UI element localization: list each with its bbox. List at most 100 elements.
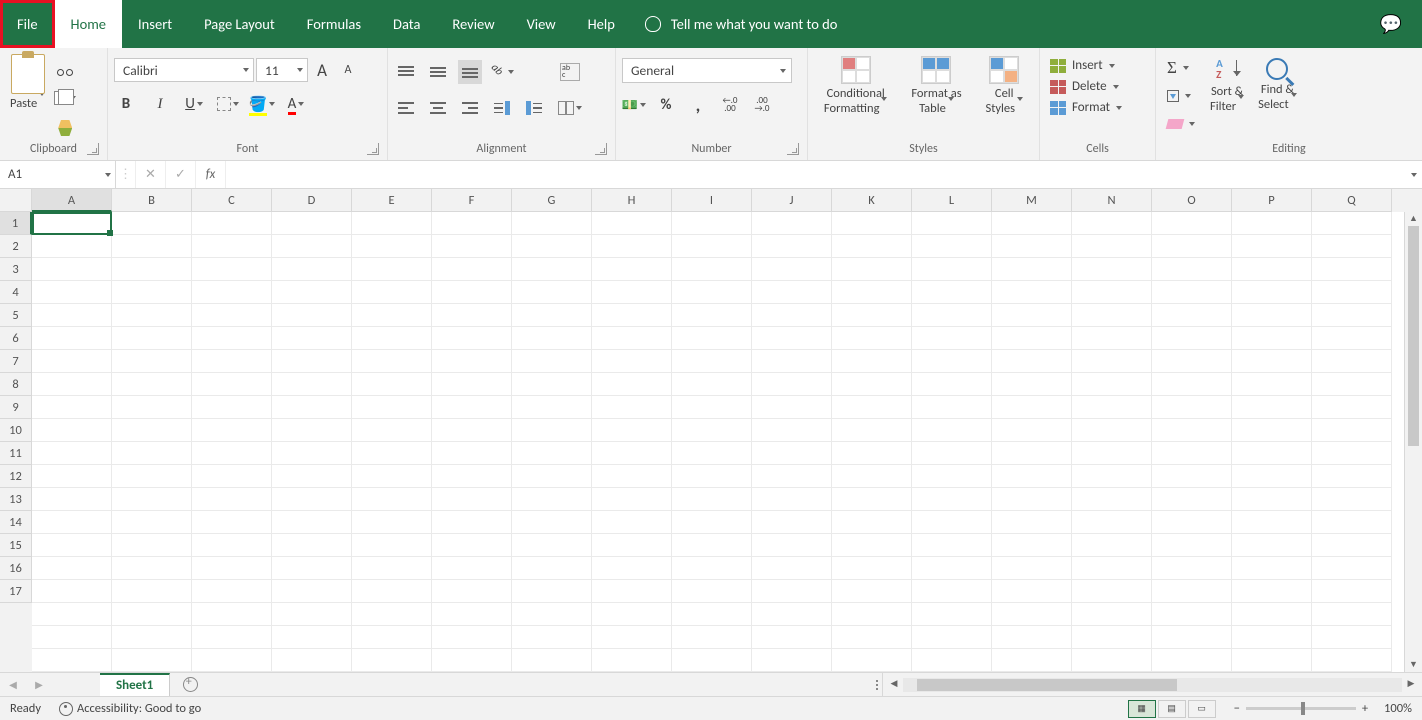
cell[interactable] (192, 350, 272, 373)
cell[interactable] (32, 534, 112, 557)
cell[interactable] (352, 396, 432, 419)
cell[interactable] (352, 281, 432, 304)
merge-center-button[interactable] (558, 96, 582, 120)
name-box[interactable]: A1 (0, 161, 116, 188)
cell[interactable] (1312, 258, 1392, 281)
cell[interactable] (192, 442, 272, 465)
cell[interactable] (1312, 626, 1392, 649)
bold-button[interactable]: B (114, 92, 138, 116)
cell[interactable] (672, 419, 752, 442)
cell[interactable] (912, 649, 992, 672)
cell[interactable] (432, 304, 512, 327)
horizontal-scroll-thumb[interactable] (917, 679, 1177, 691)
column-header[interactable]: H (592, 189, 672, 212)
cell[interactable] (112, 488, 192, 511)
cell[interactable] (192, 327, 272, 350)
cell[interactable] (112, 258, 192, 281)
cell[interactable] (1152, 350, 1232, 373)
cell[interactable] (112, 511, 192, 534)
find-select-button[interactable]: Find & Select (1254, 56, 1301, 114)
cell[interactable] (1072, 465, 1152, 488)
cell[interactable] (1232, 396, 1312, 419)
row-header[interactable]: 2 (0, 235, 32, 258)
cell[interactable] (432, 419, 512, 442)
cell[interactable] (32, 511, 112, 534)
scroll-up-button[interactable]: ▲ (1405, 212, 1422, 226)
cell[interactable] (192, 603, 272, 626)
cell[interactable] (112, 419, 192, 442)
cell[interactable] (832, 281, 912, 304)
cell[interactable] (592, 396, 672, 419)
row-header[interactable]: 17 (0, 580, 32, 603)
cell[interactable] (752, 442, 832, 465)
cell[interactable] (1312, 373, 1392, 396)
increase-decimal-button[interactable]: ←.0.00 (718, 93, 742, 117)
row-header[interactable]: 14 (0, 511, 32, 534)
cell[interactable] (992, 603, 1072, 626)
cell[interactable] (592, 511, 672, 534)
cell[interactable] (432, 235, 512, 258)
cell[interactable] (352, 488, 432, 511)
cell[interactable] (272, 465, 352, 488)
cell[interactable] (1232, 442, 1312, 465)
cell[interactable] (832, 557, 912, 580)
cell[interactable] (432, 212, 512, 235)
format-as-table-button[interactable]: Format as Table (907, 54, 965, 118)
cell[interactable] (432, 258, 512, 281)
cell[interactable] (352, 419, 432, 442)
cell[interactable] (432, 442, 512, 465)
cell[interactable] (272, 419, 352, 442)
column-header[interactable]: F (432, 189, 512, 212)
cell[interactable] (432, 327, 512, 350)
cell[interactable] (192, 212, 272, 235)
cell[interactable] (272, 235, 352, 258)
cell[interactable] (1312, 304, 1392, 327)
cell[interactable] (112, 373, 192, 396)
page-break-view-button[interactable]: ▭ (1188, 700, 1216, 718)
cell[interactable] (752, 281, 832, 304)
cell[interactable] (272, 350, 352, 373)
cut-button[interactable] (53, 56, 77, 80)
cell[interactable] (1232, 258, 1312, 281)
row-header[interactable]: 9 (0, 396, 32, 419)
cell[interactable] (992, 281, 1072, 304)
cell[interactable] (512, 373, 592, 396)
paste-button[interactable]: Paste (6, 52, 49, 113)
cell[interactable] (1072, 488, 1152, 511)
cell[interactable] (832, 419, 912, 442)
cell[interactable] (592, 488, 672, 511)
cell[interactable] (192, 626, 272, 649)
wrap-text-button[interactable]: abc (558, 60, 582, 84)
column-header[interactable]: N (1072, 189, 1152, 212)
cell[interactable] (1312, 442, 1392, 465)
cell[interactable] (352, 258, 432, 281)
cell[interactable] (192, 534, 272, 557)
cell[interactable] (1072, 212, 1152, 235)
cell[interactable] (1072, 511, 1152, 534)
cell[interactable] (112, 442, 192, 465)
cell[interactable] (992, 465, 1072, 488)
cell[interactable] (912, 580, 992, 603)
cell[interactable] (752, 373, 832, 396)
cell[interactable] (352, 649, 432, 672)
cell[interactable] (592, 442, 672, 465)
fill-color-button[interactable]: 🪣 (250, 92, 274, 116)
cell[interactable] (512, 649, 592, 672)
cell[interactable] (432, 396, 512, 419)
cell[interactable] (1232, 649, 1312, 672)
cell[interactable] (512, 304, 592, 327)
cell[interactable] (1072, 350, 1152, 373)
cell[interactable] (432, 534, 512, 557)
scroll-right-button[interactable]: ▶ (1404, 678, 1418, 692)
cell[interactable] (832, 465, 912, 488)
column-header[interactable]: Q (1312, 189, 1392, 212)
decrease-decimal-button[interactable]: .00→.0 (750, 93, 774, 117)
dialog-launcher-icon[interactable] (367, 143, 379, 155)
decrease-font-button[interactable]: A (336, 58, 360, 82)
cell[interactable] (672, 465, 752, 488)
tab-review[interactable]: Review (436, 0, 510, 48)
cell[interactable] (1312, 557, 1392, 580)
cell[interactable] (512, 488, 592, 511)
cell[interactable] (352, 327, 432, 350)
cell[interactable] (592, 373, 672, 396)
